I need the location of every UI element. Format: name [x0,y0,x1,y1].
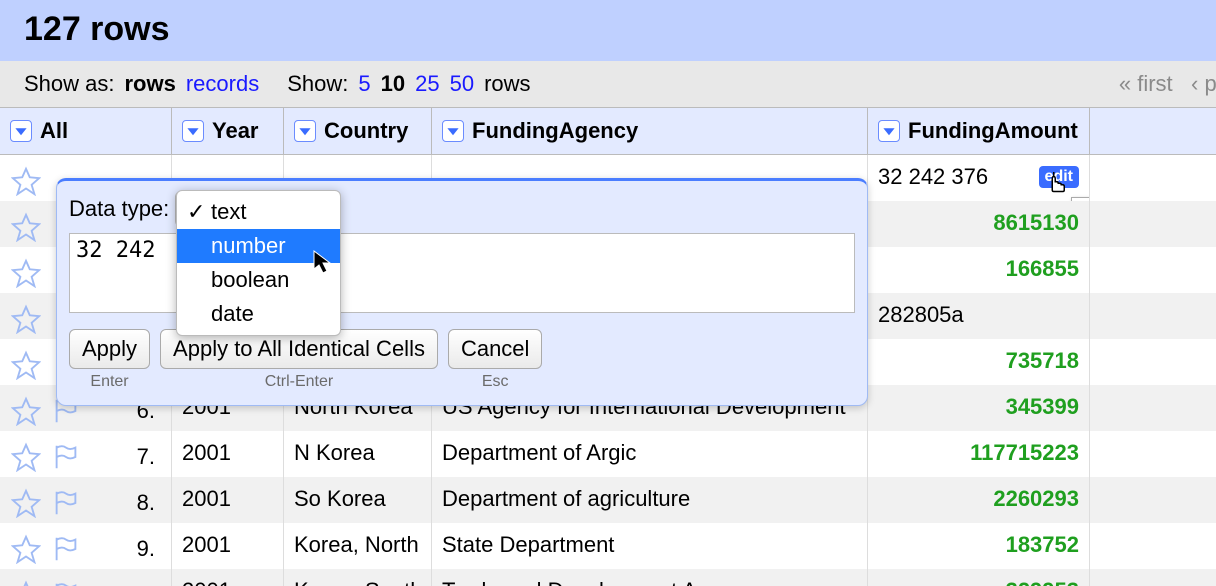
star-icon[interactable] [10,303,42,335]
data-type-option-date[interactable]: date [177,297,340,331]
data-type-dropdown: ✓text number boolean date [176,190,341,336]
count-option-50[interactable]: 50 [450,71,474,97]
column-menu-all[interactable] [10,120,32,142]
cell-amount[interactable]: 166855 [868,247,1090,293]
star-icon[interactable] [10,441,42,473]
count-option-5[interactable]: 5 [358,71,370,97]
view-option-rows[interactable]: rows [125,71,176,97]
column-menu-year[interactable] [182,120,204,142]
edit-cell-button[interactable]: edit [1039,166,1079,188]
star-icon[interactable] [10,579,42,586]
flag-icon[interactable] [50,441,82,473]
table-header: All Year Country FundingAgency FundingAm… [0,107,1216,155]
cell-agency[interactable]: State Department [432,523,868,569]
cell-country[interactable]: N Korea [284,431,432,477]
cell-agency[interactable]: Department of Argic [432,431,868,477]
cell-amount-string[interactable]: 282805a [868,293,1090,339]
cell-country[interactable]: So Korea [284,477,432,523]
column-menu-agency[interactable] [442,120,464,142]
cell-amount[interactable]: 345399 [868,385,1090,431]
row-index: 7. [137,444,155,470]
data-type-label: Data type: [69,196,169,222]
column-header-country: Country [324,118,408,144]
data-type-option-text[interactable]: ✓text [177,195,340,229]
column-header-amount: FundingAmount [908,118,1078,144]
cell-agency[interactable]: Department of agriculture [432,477,868,523]
flag-icon[interactable] [50,533,82,565]
view-option-records[interactable]: records [186,71,259,97]
cell-amount[interactable]: 183752 [868,523,1090,569]
column-menu-country[interactable] [294,120,316,142]
table-row: 9. 2001 Korea, North State Department 18… [0,523,1216,569]
table-row: 8. 2001 So Korea Department of agricultu… [0,477,1216,523]
cell-amount[interactable]: 735718 [868,339,1090,385]
star-icon[interactable] [10,257,42,289]
row-index: 10. [124,582,155,586]
column-header-all: All [40,118,68,144]
cell-year[interactable]: 2001 [172,477,284,523]
show-label: Show: [287,71,348,97]
row-index: 9. [137,536,155,562]
row-index: 8. [137,490,155,516]
apply-shortcut: Enter [90,373,128,391]
cell-amount[interactable]: 8615130 [868,201,1090,247]
cell-country[interactable]: Korea, North [284,523,432,569]
edit-cell-tooltip: Edit this cell [1071,197,1090,201]
controls-bar: Show as: rows records Show: 5 10 25 50 r… [0,61,1216,107]
cell-amount[interactable]: 329953 [868,569,1090,586]
data-type-option-boolean[interactable]: boolean [177,263,340,297]
star-icon[interactable] [10,165,42,197]
cancel-shortcut: Esc [482,373,509,391]
show-as-label: Show as: [24,71,115,97]
star-icon[interactable] [10,211,42,243]
count-option-10[interactable]: 10 [381,71,405,97]
cell-agency[interactable]: Trade and Development Agency [432,569,868,586]
cell-amount-string: 32 242 376 [878,164,988,190]
cell-year[interactable]: 2001 [172,523,284,569]
star-icon[interactable] [10,349,42,381]
cell-year[interactable]: 2001 [172,569,284,586]
pager-prev[interactable]: ‹ pr [1191,71,1216,96]
star-icon[interactable] [10,533,42,565]
apply-button[interactable]: Apply [69,329,150,369]
apply-all-shortcut: Ctrl-Enter [265,373,333,391]
cell-country[interactable]: Korea, South [284,569,432,586]
row-count-title: 127 rows [0,0,1216,61]
cancel-button[interactable]: Cancel [448,329,542,369]
star-icon[interactable] [10,487,42,519]
table-row: 7. 2001 N Korea Department of Argic 1177… [0,431,1216,477]
column-header-year: Year [212,118,259,144]
flag-icon[interactable] [50,579,82,586]
cell-amount[interactable]: 117715223 [868,431,1090,477]
count-option-25[interactable]: 25 [415,71,439,97]
count-suffix: rows [484,71,530,97]
column-menu-amount[interactable] [878,120,900,142]
cell-year[interactable]: 2001 [172,431,284,477]
flag-icon[interactable] [50,487,82,519]
cell-amount[interactable]: 2260293 [868,477,1090,523]
data-type-option-number[interactable]: number [177,229,340,263]
page: 127 rows Show as: rows records Show: 5 1… [0,0,1216,586]
column-header-agency: FundingAgency [472,118,638,144]
pager-first[interactable]: « first [1119,71,1173,96]
star-icon[interactable] [10,395,42,427]
table-row: 10. 2001 Korea, South Trade and Developm… [0,569,1216,586]
